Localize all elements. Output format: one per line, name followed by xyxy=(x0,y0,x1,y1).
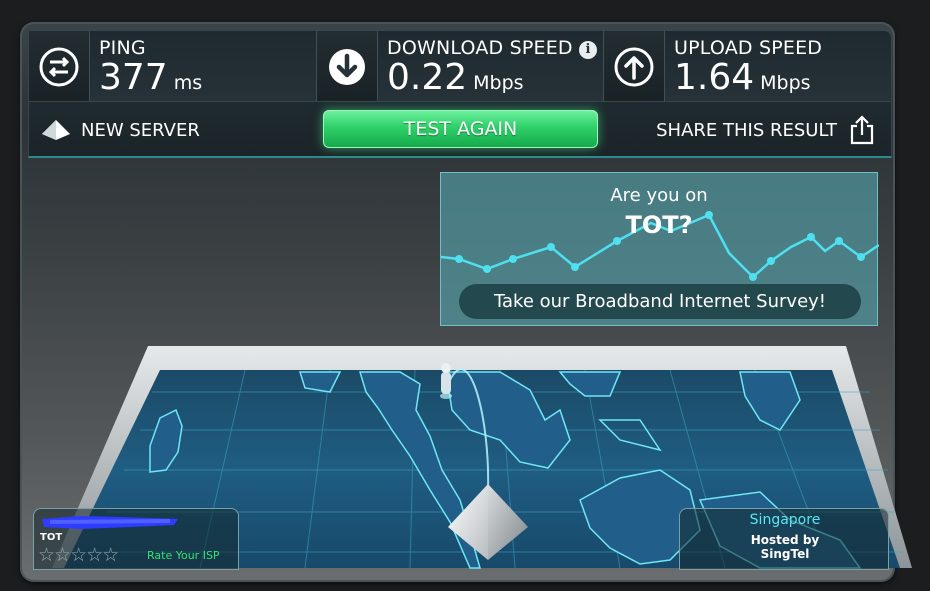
rate-isp-link[interactable]: Rate Your ISP xyxy=(147,549,220,562)
host-panel: Singapore Hosted by SingTel xyxy=(679,508,889,570)
rating-stars[interactable]: ☆☆☆☆☆ xyxy=(38,544,119,566)
survey-button[interactable]: Take our Broadband Internet Survey! xyxy=(459,284,861,319)
isp-panel: TOT ☆☆☆☆☆ Rate Your ISP xyxy=(33,508,239,570)
hosted-by-label: Hosted by xyxy=(750,533,820,547)
survey-question-line1: Are you on xyxy=(610,185,708,206)
survey-banner[interactable]: Are you on TOT? Take our Broadband Inter… xyxy=(440,172,879,326)
server-city: Singapore xyxy=(749,512,821,528)
isp-name: TOT xyxy=(40,532,63,543)
redacted-ip-scribble xyxy=(42,516,178,529)
host-sponsor: SingTel xyxy=(760,547,810,561)
survey-question-isp: TOT? xyxy=(625,211,693,239)
